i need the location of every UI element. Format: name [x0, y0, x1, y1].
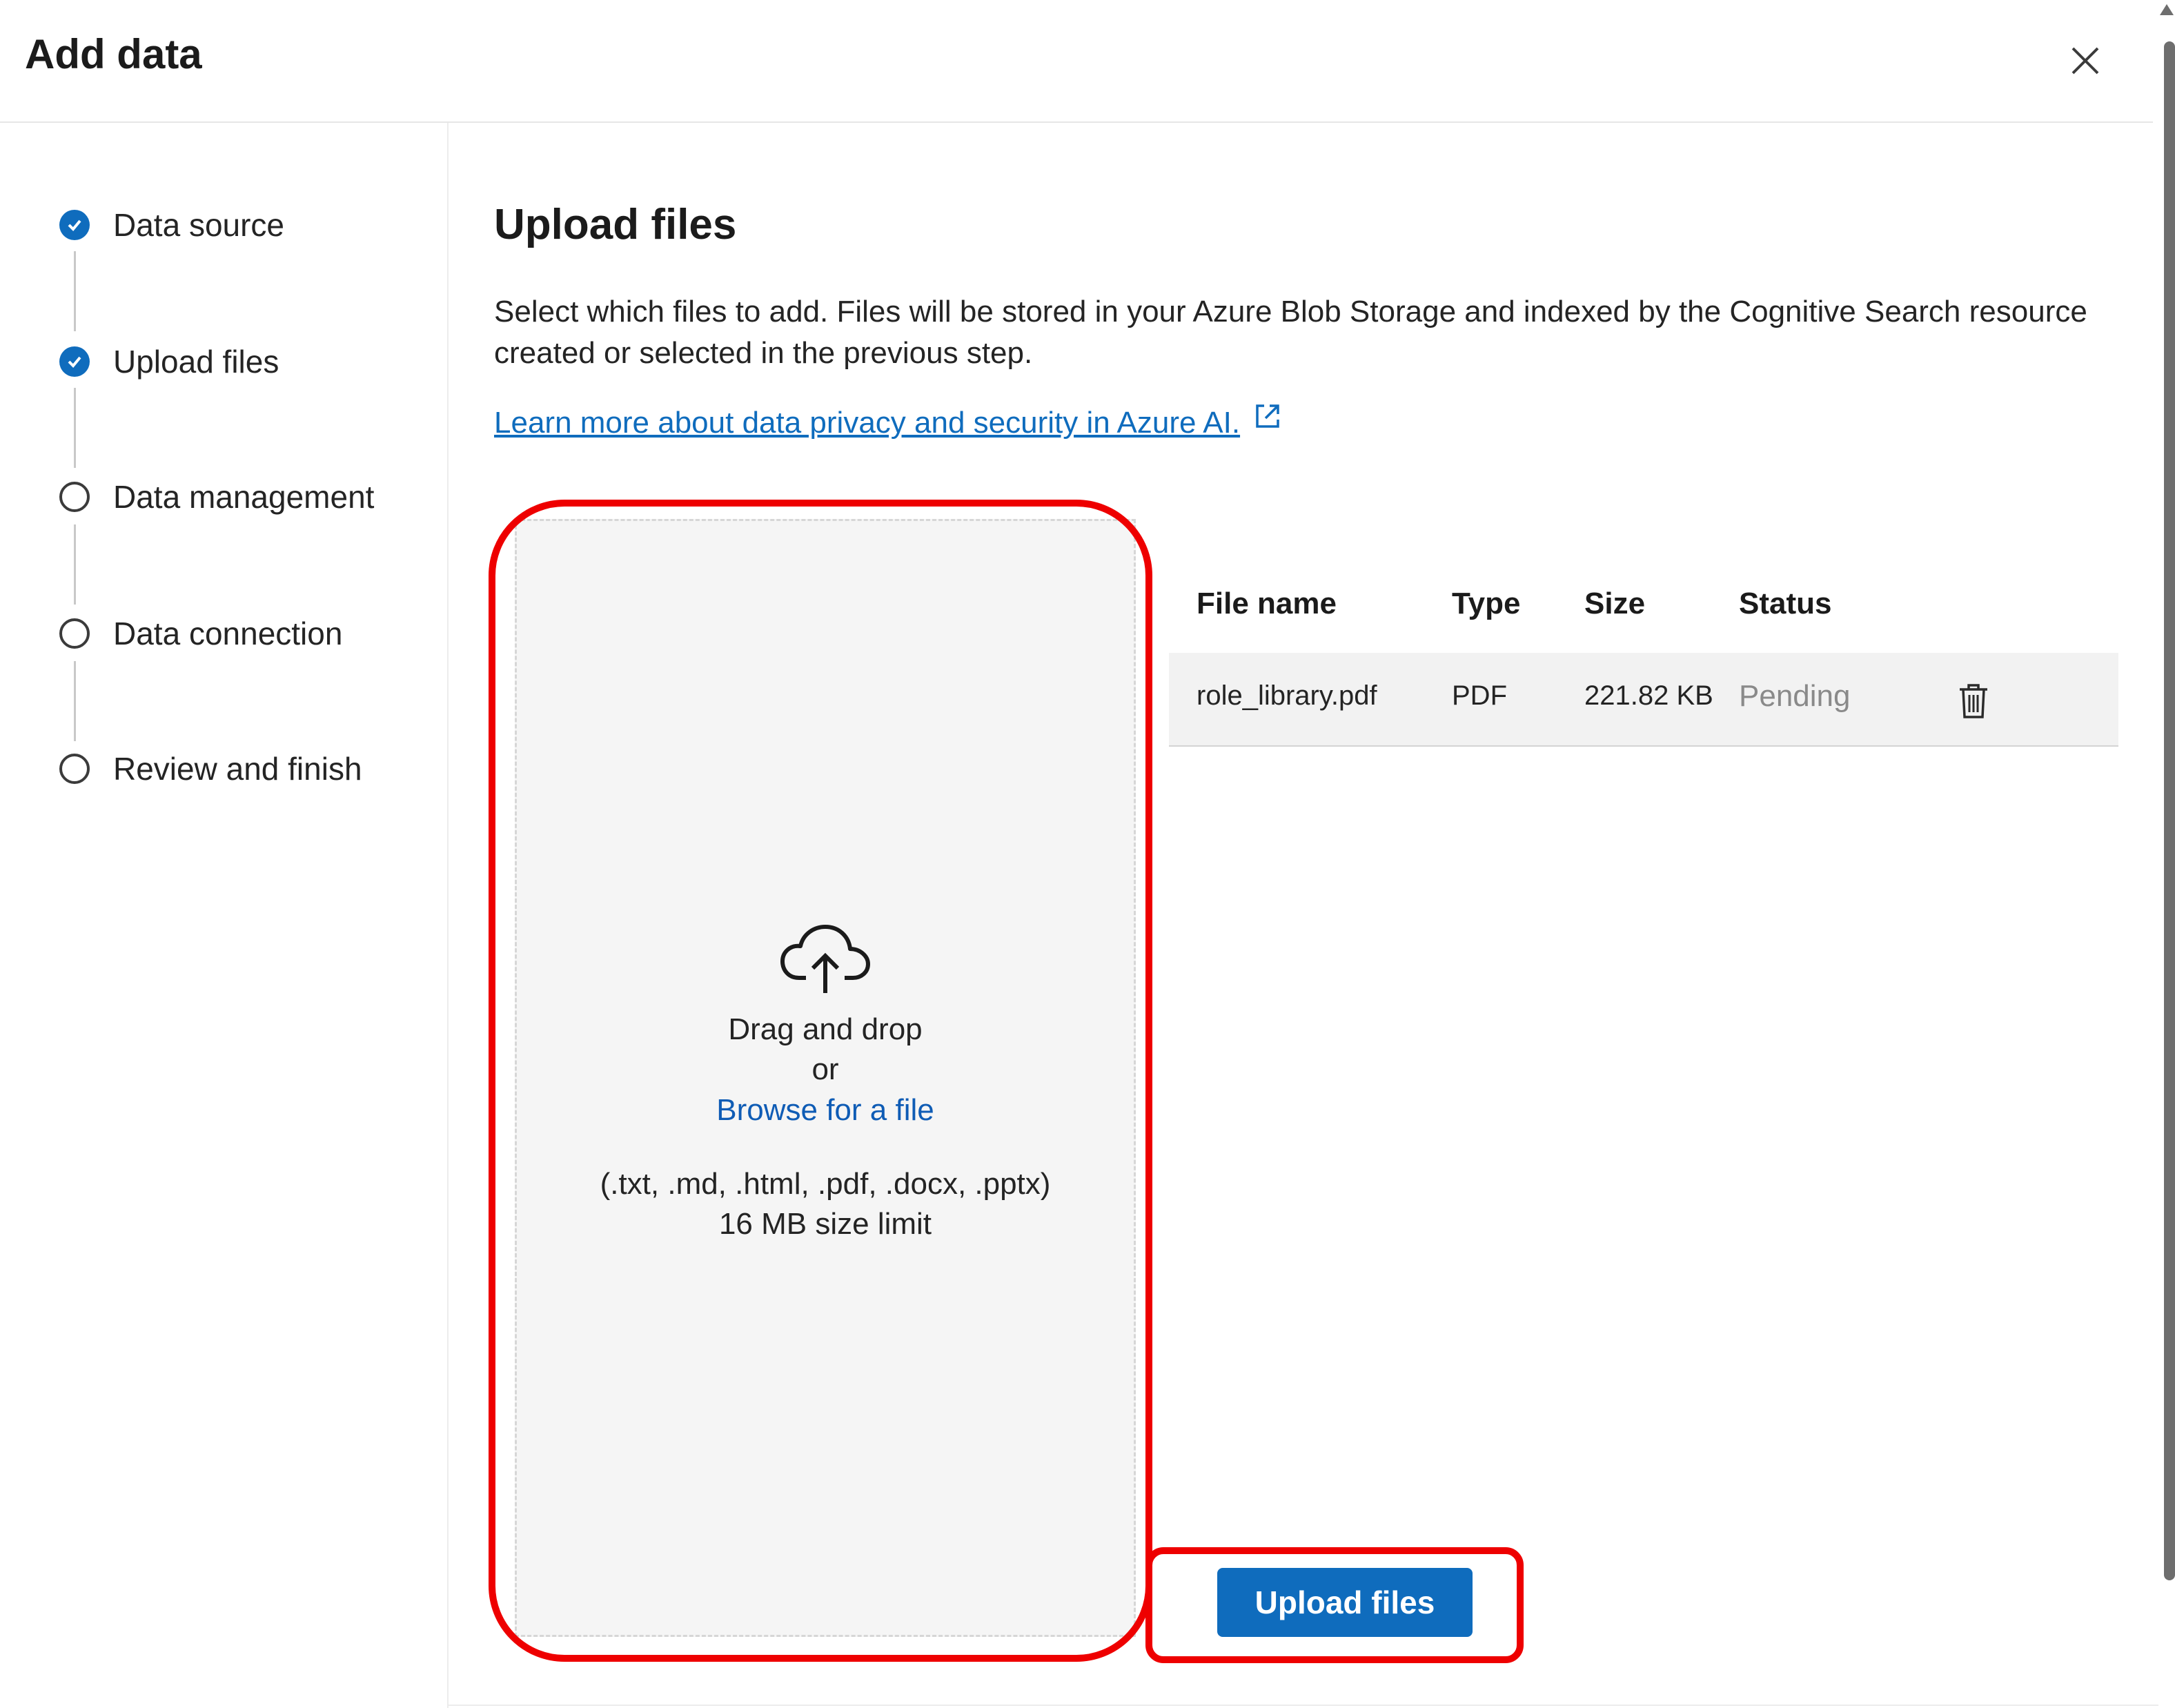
table-row[interactable]: role_library.pdf PDF 221.82 KB Pending — [1169, 653, 2118, 747]
dialog-header: Add data — [0, 0, 2153, 123]
file-size-cell: 221.82 KB — [1584, 680, 1713, 711]
close-icon — [2071, 47, 2099, 75]
column-header-type: Type — [1452, 587, 1521, 620]
step-upload-files[interactable]: Upload files — [59, 341, 279, 382]
column-header-status: Status — [1739, 587, 1832, 620]
scrollbar-thumb[interactable] — [2164, 41, 2175, 1580]
column-header-size: Size — [1584, 587, 1646, 620]
highlight-upload-button — [1145, 1547, 1524, 1663]
page-title: Upload files — [494, 201, 737, 248]
step-label: Data management — [113, 479, 375, 515]
step-label: Data source — [113, 207, 285, 243]
divider — [447, 1705, 2158, 1706]
step-label: Data connection — [113, 616, 343, 651]
step-review-and-finish[interactable]: Review and finish — [59, 748, 362, 789]
step-connector — [74, 388, 76, 468]
trash-icon[interactable] — [1957, 683, 1990, 719]
step-label: Upload files — [113, 344, 279, 380]
external-link-icon[interactable] — [1253, 402, 1282, 431]
column-header-file-name: File name — [1197, 587, 1337, 620]
file-type-cell: PDF — [1452, 680, 1507, 711]
scroll-up-arrow-icon[interactable] — [2158, 0, 2175, 23]
step-data-management[interactable]: Data management — [59, 476, 374, 518]
close-button[interactable] — [2065, 40, 2106, 81]
checkmark-icon — [59, 346, 90, 377]
empty-circle-icon — [59, 754, 90, 784]
file-status-cell: Pending — [1739, 679, 1851, 713]
wizard-steps: Data source Upload files Data management… — [0, 123, 449, 1708]
file-name-cell: role_library.pdf — [1197, 680, 1377, 711]
step-data-source[interactable]: Data source — [59, 204, 284, 246]
empty-circle-icon — [59, 618, 90, 649]
dialog-title: Add data — [25, 31, 202, 77]
learn-more-link[interactable]: Learn more about data privacy and securi… — [494, 406, 1240, 440]
empty-circle-icon — [59, 482, 90, 512]
step-connector — [74, 524, 76, 605]
highlight-drop-zone — [489, 500, 1152, 1662]
checkmark-icon — [59, 210, 90, 240]
step-connector — [74, 251, 76, 331]
step-data-connection[interactable]: Data connection — [59, 613, 342, 654]
step-label: Review and finish — [113, 751, 362, 787]
step-connector — [74, 661, 76, 741]
page-description: Select which files to add. Files will be… — [494, 295, 2087, 370]
